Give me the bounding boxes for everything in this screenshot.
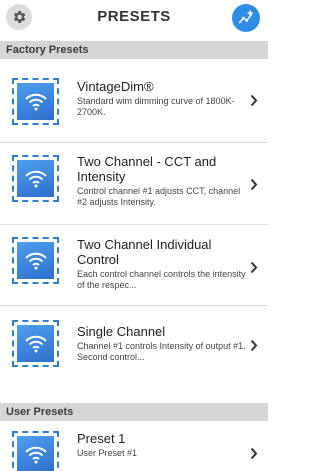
preset-description: User Preset #1 [77, 448, 138, 458]
section-header-factory-presets: Factory Presets [0, 41, 268, 59]
preset-icon-frame [12, 237, 59, 284]
wifi-icon [24, 93, 47, 110]
chevron-right-icon [250, 339, 258, 352]
chevron-right-icon [250, 178, 258, 191]
preset-row-single-channel[interactable]: Single Channel Channel #1 controls Inten… [0, 305, 268, 385]
preset-row-preset-1[interactable]: Preset 1 User Preset #1 [0, 421, 268, 471]
preset-description: Channel #1 controls Intensity of output … [77, 341, 246, 362]
preset-row-vintagedim[interactable]: VintageDim® Standard wim dimming curve o… [0, 60, 268, 140]
preset-description: Each control channel controls the intens… [77, 269, 246, 290]
preset-description: Control channel #1 adjusts CCT, channel … [77, 186, 241, 207]
preset-title: VintageDim® [77, 79, 154, 94]
preset-title: Two Channel Individual Control [77, 237, 212, 267]
preset-title: Two Channel - CCT and Intensity [77, 154, 217, 184]
preset-icon-frame [12, 155, 59, 202]
preset-row-two-channel-individual[interactable]: Two Channel Individual Control Each cont… [0, 224, 268, 304]
preset-row-two-channel-cct-intensity[interactable]: Two Channel - CCT and Intensity Control … [0, 142, 268, 222]
preset-icon-frame [12, 78, 59, 125]
chevron-right-icon [250, 94, 258, 107]
section-header-user-presets: User Presets [0, 403, 268, 421]
add-preset-button[interactable] [232, 4, 260, 32]
wifi-icon [24, 446, 47, 463]
page-title: PRESETS [97, 8, 171, 25]
add-preset-icon [238, 10, 253, 24]
preset-title: Single Channel [77, 324, 166, 339]
chevron-right-icon [250, 447, 258, 460]
wifi-icon [24, 335, 47, 352]
app-header: PRESETS [0, 0, 268, 36]
preset-description: Standard wim dimming curve of 1800K-2700… [77, 96, 235, 117]
preset-icon-frame [12, 431, 59, 471]
wifi-icon [24, 252, 47, 269]
preset-icon-frame [12, 320, 59, 367]
chevron-right-icon [250, 261, 258, 274]
wifi-icon [24, 170, 47, 187]
preset-title: Preset 1 [77, 431, 126, 446]
